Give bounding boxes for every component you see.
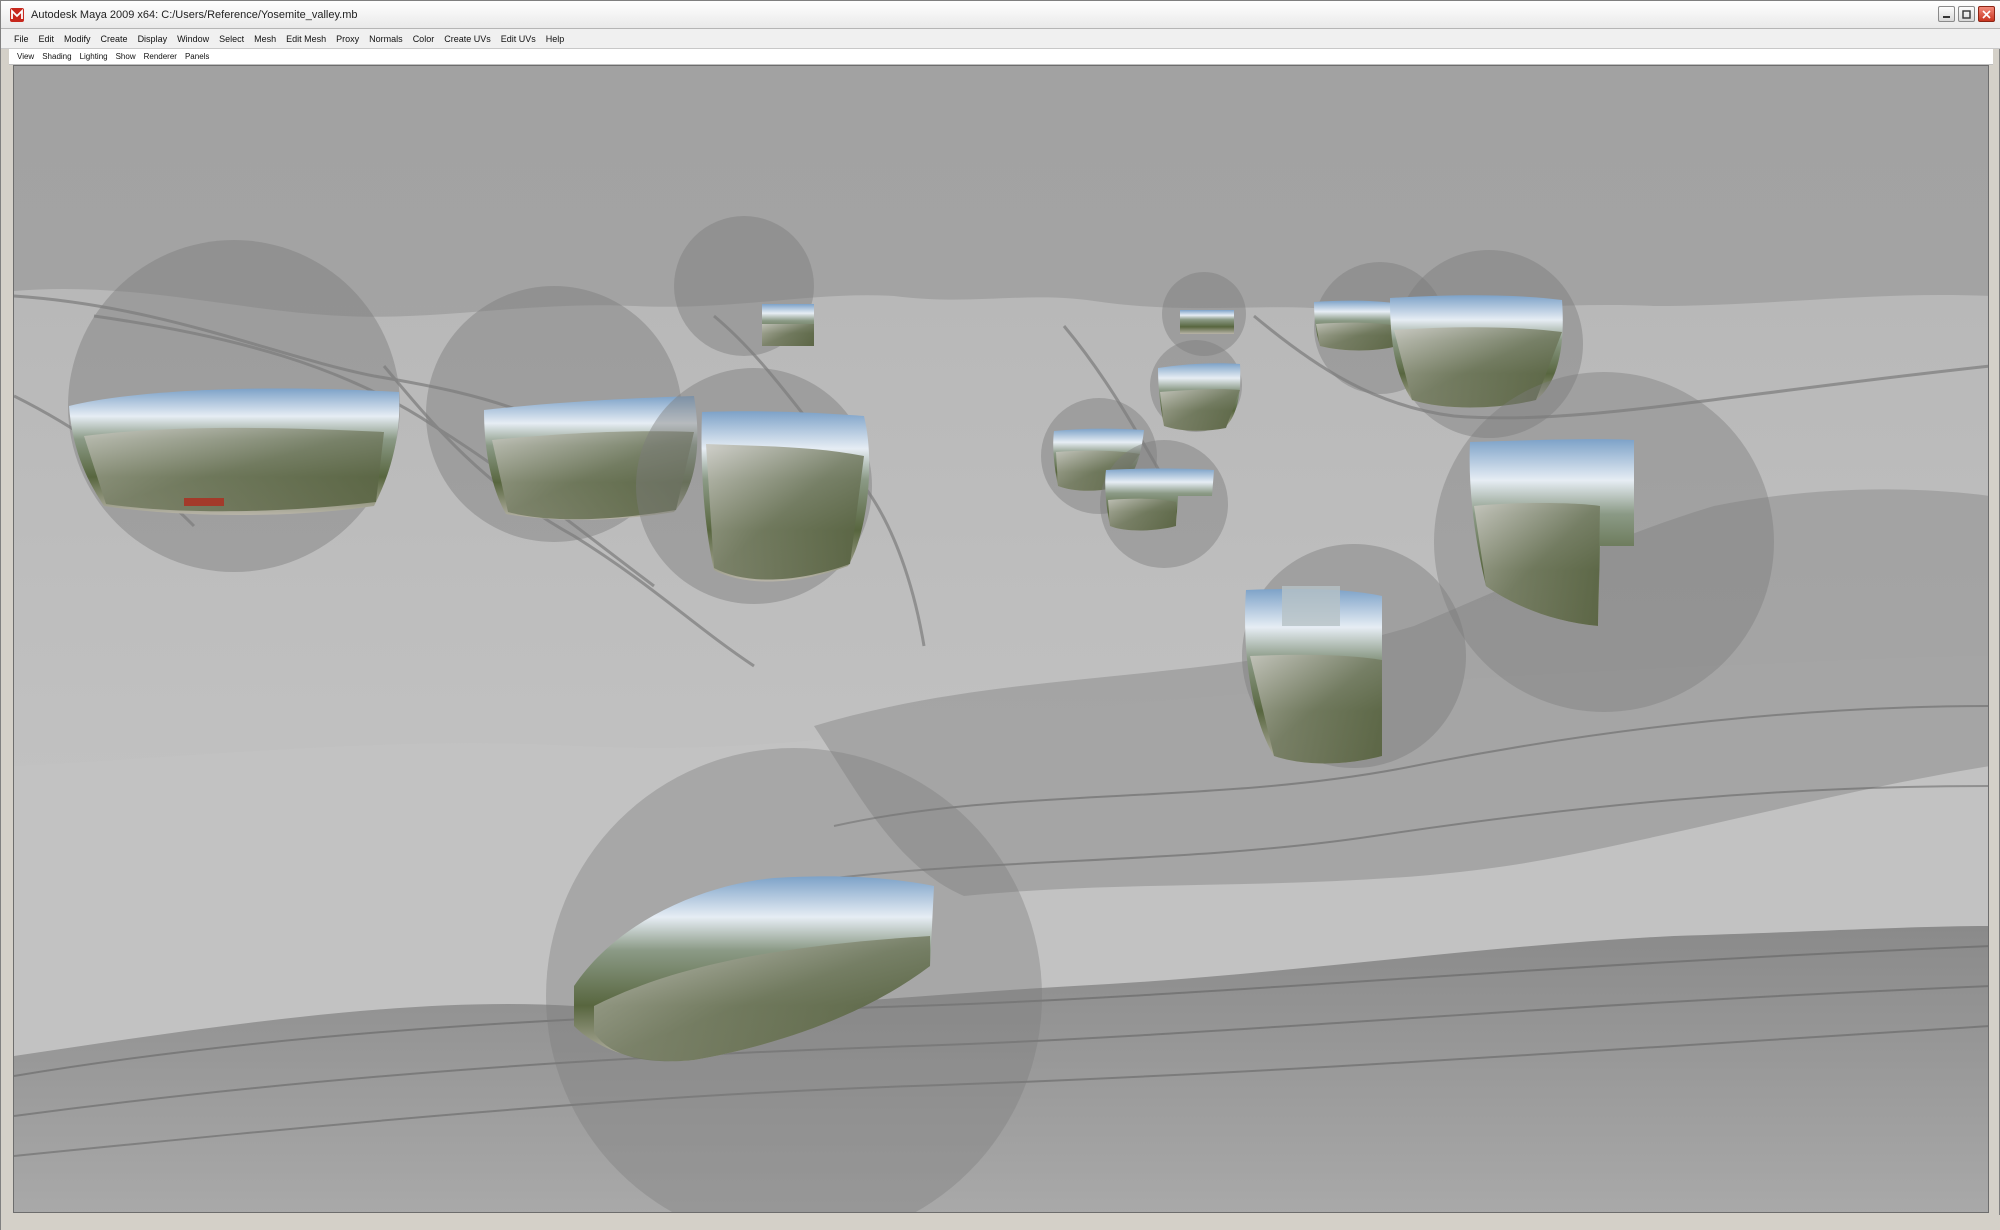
- menu-edit[interactable]: Edit: [34, 29, 60, 49]
- panel-menu-view[interactable]: View: [13, 49, 38, 65]
- 3d-viewport[interactable]: [13, 65, 1989, 1213]
- minimize-button[interactable]: [1938, 6, 1955, 22]
- menu-proxy[interactable]: Proxy: [331, 29, 364, 49]
- panel-menu-show[interactable]: Show: [112, 49, 140, 65]
- window-controls: [1938, 6, 1995, 22]
- window-title: Autodesk Maya 2009 x64: C:/Users/Referen…: [31, 8, 358, 21]
- menu-help[interactable]: Help: [541, 29, 570, 49]
- panel-menu-renderer[interactable]: Renderer: [140, 49, 181, 65]
- sphere-11[interactable]: [1434, 372, 1774, 712]
- sphere-12[interactable]: [1242, 544, 1466, 768]
- maximize-icon: [1962, 9, 1971, 19]
- sphere-6[interactable]: [1150, 340, 1242, 432]
- sphere-4[interactable]: [674, 216, 814, 356]
- minimize-icon: [1943, 15, 1950, 18]
- menu-edit-mesh[interactable]: Edit Mesh: [281, 29, 331, 49]
- viewport-scene[interactable]: [14, 66, 1989, 1213]
- maya-window: Autodesk Maya 2009 x64: C:/Users/Referen…: [0, 0, 2000, 1230]
- menu-display[interactable]: Display: [133, 29, 173, 49]
- title-bar[interactable]: Autodesk Maya 2009 x64: C:/Users/Referen…: [1, 1, 2000, 29]
- menu-mesh[interactable]: Mesh: [249, 29, 281, 49]
- close-icon: [1982, 9, 1991, 19]
- menu-edit-uvs[interactable]: Edit UVs: [496, 29, 541, 49]
- close-button[interactable]: [1978, 6, 1995, 22]
- panel-menu-panels[interactable]: Panels: [181, 49, 213, 65]
- sphere-1[interactable]: [68, 240, 400, 572]
- menu-file[interactable]: File: [9, 29, 34, 49]
- panel-menu-lighting[interactable]: Lighting: [76, 49, 112, 65]
- status-bar: [1, 1215, 2000, 1230]
- menu-select[interactable]: Select: [214, 29, 249, 49]
- sphere-3[interactable]: [636, 368, 872, 604]
- menu-window[interactable]: Window: [172, 29, 214, 49]
- maya-app-icon: [10, 7, 24, 22]
- viewport-panel-menu: View Shading Lighting Show Renderer Pane…: [9, 49, 1993, 65]
- sphere-8[interactable]: [1100, 440, 1228, 568]
- maximize-button[interactable]: [1958, 6, 1975, 22]
- menu-create[interactable]: Create: [96, 29, 133, 49]
- menu-color[interactable]: Color: [408, 29, 440, 49]
- main-menu-bar: File Edit Modify Create Display Window S…: [1, 29, 2000, 49]
- menu-modify[interactable]: Modify: [59, 29, 96, 49]
- menu-create-uvs[interactable]: Create UVs: [439, 29, 496, 49]
- panel-menu-shading[interactable]: Shading: [38, 49, 75, 65]
- menu-normals[interactable]: Normals: [364, 29, 408, 49]
